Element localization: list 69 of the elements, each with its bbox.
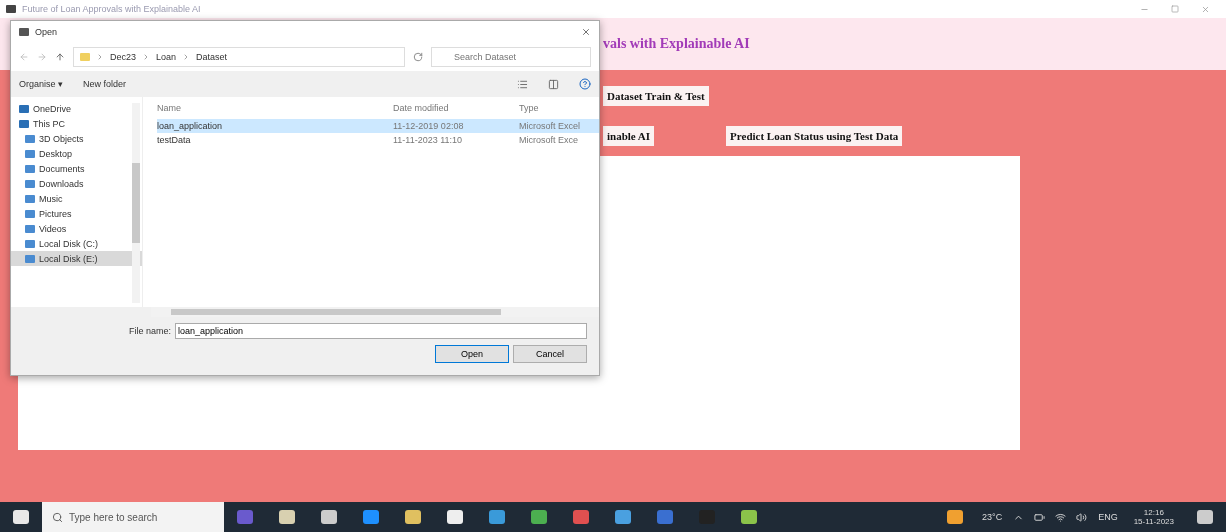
breadcrumb-item[interactable]: Dec23 (110, 52, 136, 62)
sidebar-item[interactable]: Pictures (11, 206, 142, 221)
app-icon[interactable] (741, 510, 757, 524)
window-title: Future of Loan Approvals with Explainable AI (22, 4, 201, 14)
column-header[interactable]: Name (157, 103, 393, 113)
breadcrumb-item[interactable]: Loan (156, 52, 177, 62)
column-header[interactable]: Date modified (393, 103, 519, 113)
up-icon[interactable] (55, 52, 65, 62)
speaker-icon[interactable] (1076, 511, 1088, 523)
sidebar-item[interactable]: Music (11, 191, 142, 206)
app-icon[interactable] (615, 510, 631, 524)
sidebar-item[interactable]: Local Disk (E:) (11, 251, 142, 266)
sidebar-item[interactable]: OneDrive (11, 101, 142, 116)
app-icon[interactable] (363, 510, 379, 524)
breadcrumb-item[interactable]: Dataset (196, 52, 228, 62)
language-indicator[interactable]: ENG (1098, 512, 1118, 522)
app-icon[interactable] (405, 510, 421, 524)
clock[interactable]: 12:16 15-11-2023 (1133, 508, 1174, 526)
app-icon[interactable] (321, 510, 337, 524)
pane-icon[interactable] (548, 78, 559, 90)
cancel-button[interactable]: Cancel (513, 345, 587, 363)
back-icon[interactable] (19, 52, 29, 62)
refresh-icon[interactable] (413, 52, 423, 62)
taskbar-search-field[interactable]: Type here to search (42, 502, 224, 532)
sidebar-item[interactable]: Local Disk (C:) (11, 236, 142, 251)
column-header[interactable]: Type (519, 103, 599, 113)
app-icon[interactable] (657, 510, 673, 524)
restore-icon[interactable] (1171, 4, 1179, 13)
app-icon[interactable] (573, 510, 589, 524)
open-button[interactable]: Open (435, 345, 509, 363)
file-name-field[interactable]: loan_application (175, 323, 587, 339)
app-icon[interactable] (447, 510, 463, 524)
start-icon[interactable] (13, 510, 29, 524)
notification-icon[interactable] (1197, 510, 1213, 524)
app-icon[interactable] (237, 510, 253, 524)
sidebar-item[interactable]: Videos (11, 221, 142, 236)
sidebar-item[interactable]: This PC (11, 116, 142, 131)
app-icon[interactable] (279, 510, 295, 524)
search-field[interactable]: Search Dataset (431, 47, 591, 67)
file-row[interactable]: testData 11-11-2023 11:10 Microsoft Exce (157, 133, 599, 147)
battery-icon[interactable] (1034, 511, 1046, 523)
sidebar-item[interactable]: Downloads (11, 176, 142, 191)
chevron-icon (96, 53, 104, 61)
folder-icon (80, 53, 90, 61)
search-icon (52, 511, 63, 523)
toolbar-button[interactable]: Organise ▾ (19, 79, 64, 89)
weather-text: 23°C (982, 512, 1003, 522)
dialog-title: Open (35, 27, 58, 37)
forward-icon[interactable] (37, 52, 47, 62)
action-button[interactable]: inable AI (603, 126, 655, 146)
app-icon[interactable] (489, 510, 505, 524)
sidebar-item[interactable]: 3D Objects (11, 131, 142, 146)
wifi-icon[interactable] (1055, 511, 1067, 523)
address-bar[interactable]: Dec23 Loan Dataset (73, 47, 405, 67)
app-icon[interactable] (531, 510, 547, 524)
search-placeholder: Type here to search (69, 511, 158, 523)
close-icon[interactable] (1201, 4, 1210, 14)
chevron-icon (142, 53, 150, 61)
file-name-label: File name: (128, 326, 171, 336)
close-icon[interactable] (581, 27, 591, 37)
view-icon[interactable] (517, 78, 528, 90)
action-button[interactable]: Predict Loan Status using Test Data (726, 126, 903, 146)
sidebar-item[interactable]: Desktop (11, 146, 142, 161)
help-icon[interactable] (579, 78, 591, 90)
toolbar-button[interactable]: New folder (83, 79, 127, 89)
file-row[interactable]: loan_application 11-12-2019 02:08 Microsoft Excel (157, 119, 599, 133)
train-button[interactable]: Dataset Train & Test (603, 86, 709, 106)
sidebar-item[interactable]: Documents (11, 161, 142, 176)
app-heading: vals with Explainable AI (603, 36, 750, 52)
